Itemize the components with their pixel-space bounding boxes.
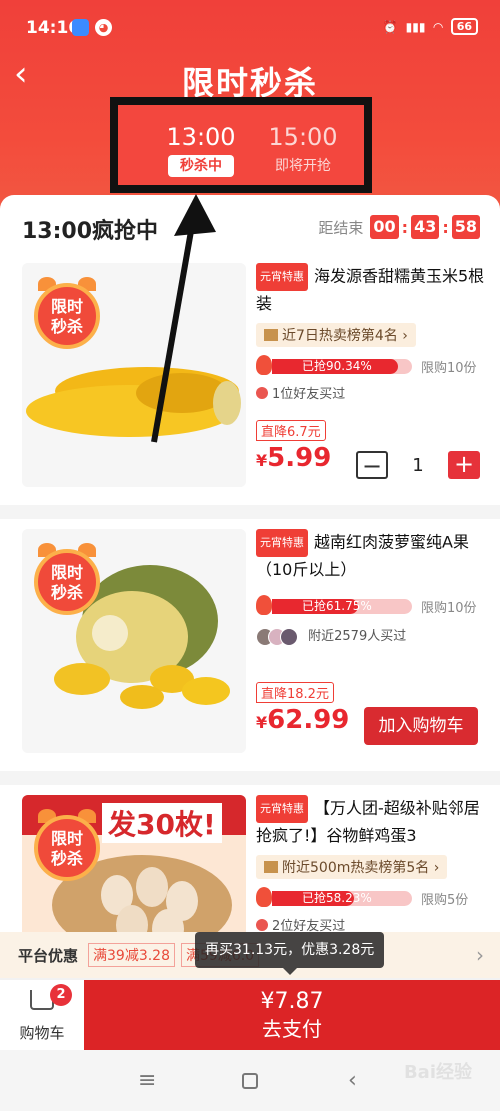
progress-row: 已抢61.75% 限购10份: [256, 595, 486, 617]
promo-tag: 元宵特惠: [256, 263, 308, 291]
flame-icon: [256, 887, 272, 907]
tab-status: 即将开抢: [275, 158, 331, 174]
tab-session-1500[interactable]: 15:00 即将开抢: [248, 123, 358, 177]
product-image[interactable]: 限时 秒杀: [22, 529, 246, 753]
flash-sale-list: 13:00疯抢中 距结束 00 : 43 : 58 限时 秒杀 元宵特惠 海发源…: [0, 195, 500, 955]
battery-icon: 66: [450, 18, 478, 35]
increase-button[interactable]: +: [448, 451, 480, 479]
countdown-seconds: 58: [451, 215, 480, 239]
person-icon: [256, 387, 268, 399]
cat-app-icon: ◕: [95, 19, 112, 36]
alarm-icon: ⏰: [382, 19, 398, 34]
product-info: 元宵特惠 海发源香甜糯黄玉米5根装 近7日热卖榜第4名 › 已抢90.34% 限购…: [256, 263, 486, 473]
product-image[interactable]: 限时 秒杀: [22, 263, 246, 487]
watermark-logo: Bai经验: [403, 1062, 472, 1083]
badge-line2: 秒杀: [50, 849, 83, 868]
tab-time: 13:00: [166, 123, 236, 151]
avatar-stack: [256, 627, 298, 646]
product-card[interactable]: 限时 秒杀 元宵特惠 海发源香甜糯黄玉米5根装 近7日热卖榜第4名 › 已抢90.3…: [0, 263, 500, 493]
discount-chip: 满39减3.28: [88, 943, 176, 967]
countdown-timer: 距结束 00 : 43 : 58: [318, 215, 480, 239]
promo-tag: 元宵特惠: [256, 795, 308, 823]
decrease-button[interactable]: −: [356, 451, 388, 479]
countdown-colon: :: [442, 217, 449, 237]
badge-line1: 限时: [50, 297, 83, 316]
product-card[interactable]: 限时 秒杀 元宵特惠 越南红肉菠萝蜜纯A果（10斤以上） 已抢61.75% 限购10…: [0, 529, 500, 759]
cart-count-badge: 2: [50, 984, 72, 1006]
wifi-icon: ◠: [433, 19, 443, 34]
product-name[interactable]: 元宵特惠 越南红肉菠萝蜜纯A果（10斤以上）: [256, 529, 486, 583]
flash-sale-badge: 限时 秒杀: [30, 273, 104, 357]
cart-label: 购物车: [19, 1024, 65, 1042]
progress-text: 已抢61.75%: [302, 599, 372, 613]
progress-bar: 已抢61.75%: [272, 599, 412, 614]
progress-bar: 已抢90.34%: [272, 359, 412, 374]
chart-icon: [264, 329, 278, 341]
product-info: 元宵特惠 【万人团-超级补贴邻居抢疯了!】谷物鲜鸡蛋3 附近500m热卖榜第5名 …: [256, 795, 486, 934]
progress-text: 已抢58.23%: [302, 891, 372, 905]
progress-row: 已抢58.23% 限购5份: [256, 887, 486, 909]
menu-icon[interactable]: ≡: [138, 1068, 156, 1093]
rank-badge[interactable]: 附近500m热卖榜第5名 ›: [256, 855, 448, 879]
status-right: ⏰ ▮▮▮ ◠ 66: [383, 18, 478, 35]
flame-icon: [256, 355, 272, 375]
home-icon[interactable]: [242, 1073, 258, 1089]
price-drop-tag: 直降6.7元: [256, 420, 326, 441]
flash-sale-badge: 限时 秒杀: [30, 805, 104, 889]
pay-label: 去支付: [262, 1017, 322, 1041]
divider: [0, 771, 500, 785]
rank-badge[interactable]: 近7日热卖榜第4名 ›: [256, 323, 416, 347]
countdown-hours: 00: [370, 215, 399, 239]
price-drop-tag: 直降18.2元: [256, 681, 334, 703]
countdown-label: 距结束: [318, 218, 364, 237]
pay-amount: ¥7.87: [260, 989, 324, 1014]
badge-line2: 秒杀: [50, 583, 83, 602]
product-name[interactable]: 元宵特惠 【万人团-超级补贴邻居抢疯了!】谷物鲜鸡蛋3: [256, 795, 486, 849]
cart-button[interactable]: 2 购物车: [0, 980, 84, 1050]
purchase-limit: 限购10份: [421, 361, 477, 376]
purchase-limit: 限购10份: [421, 601, 477, 616]
section-title: 13:00疯抢中: [22, 219, 159, 244]
badge-line1: 限时: [50, 829, 83, 848]
progress-row: 已抢90.34% 限购10份: [256, 355, 486, 377]
tab-time: 15:00: [268, 123, 338, 151]
badge-line1: 限时: [50, 563, 83, 582]
flash-sale-badge: 限时 秒杀: [30, 539, 104, 623]
progress-bar: 已抢58.23%: [272, 891, 412, 906]
progress-text: 已抢90.34%: [302, 359, 372, 373]
session-tabs: 13:00 秒杀中 15:00 即将开抢: [110, 97, 372, 193]
pay-button[interactable]: ¥7.87 去支付: [84, 980, 500, 1050]
product-info: 元宵特惠 越南红肉菠萝蜜纯A果（10斤以上） 已抢61.75% 限购10份 附近2…: [256, 529, 486, 735]
countdown-colon: :: [401, 217, 409, 237]
app-root: 14:16 ◕ ⏰ ▮▮▮ ◠ 66 ‹ 限时秒杀 13:00 秒杀中 15:0…: [0, 0, 500, 1111]
chart-icon: [264, 861, 278, 873]
discount-tooltip: 再买31.13元，优惠3.28元: [195, 932, 385, 975]
app-notification-icon: [72, 19, 89, 36]
avatar: [280, 627, 298, 646]
social-proof: 附近2579人买过: [256, 625, 486, 646]
quantity-stepper: − 1 +: [356, 451, 480, 479]
checkout-bar: 2 购物车 ¥7.87 去支付: [0, 980, 500, 1050]
badge-line2: 秒杀: [50, 317, 83, 336]
product-image[interactable]: 发30枚! 限时 秒杀: [22, 795, 246, 955]
tab-status: 秒杀中: [168, 155, 234, 177]
person-icon: [256, 919, 268, 931]
product-card[interactable]: 发30枚! 限时 秒杀 元宵特惠 【万人团-超级补贴邻居抢疯了!】谷物鲜鸡蛋3 附近…: [0, 795, 500, 955]
status-bar: 14:16 ◕ ⏰ ▮▮▮ ◠ 66: [0, 0, 500, 38]
promo-banner: 发30枚!: [102, 803, 222, 843]
add-to-cart-button[interactable]: 加入购物车: [364, 707, 478, 745]
quantity-value[interactable]: 1: [388, 455, 448, 476]
product-name[interactable]: 元宵特惠 海发源香甜糯黄玉米5根装: [256, 263, 486, 317]
countdown-minutes: 43: [411, 215, 440, 239]
chevron-right-icon: ›: [476, 943, 484, 967]
flame-icon: [256, 595, 272, 615]
purchase-limit: 限购5份: [421, 893, 469, 908]
promo-tag: 元宵特惠: [256, 529, 308, 557]
back-icon[interactable]: ‹: [348, 1068, 357, 1093]
discount-label: 平台优惠: [18, 946, 79, 965]
signal-icon: ▮▮▮: [405, 19, 426, 34]
social-proof: 1位好友买过: [256, 383, 486, 402]
tab-session-1300[interactable]: 13:00 秒杀中: [146, 123, 256, 177]
divider: [0, 505, 500, 519]
